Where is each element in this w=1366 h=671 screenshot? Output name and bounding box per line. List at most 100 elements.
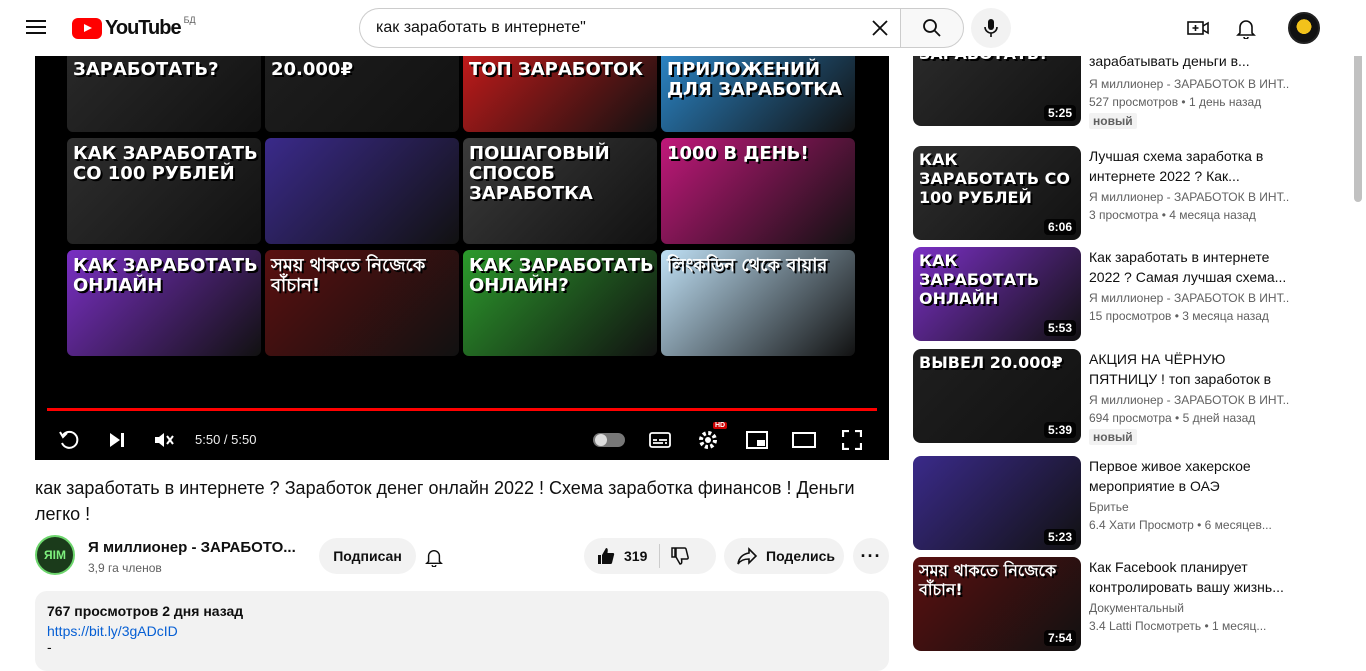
search-icon	[923, 19, 941, 37]
related-video-meta: 3 просмотра • 4 месяца назад	[1089, 208, 1256, 222]
related-video-item[interactable]: ВЫВЕЛ 20.000₽ 5:39 АКЦИЯ НА ЧЁРНУЮ ПЯТНИЦУ…	[913, 349, 1353, 445]
related-video-channel[interactable]: Я миллионер - ЗАРАБОТОК В ИНТ...	[1089, 291, 1289, 305]
endscreen-thumbnail-text: ПРИЛОЖЕНИЙ ДЛЯ ЗАРАБОТКА	[667, 59, 842, 100]
related-video-title[interactable]: АКЦИЯ НА ЧЁРНУЮ ПЯТНИЦУ ! топ заработок …	[1089, 349, 1294, 389]
settings-gear-icon[interactable]	[694, 426, 722, 454]
related-video-item[interactable]: КАК ЗАРАБОТАТЬ СО 100 РУБЛЕЙ 6:06 Лучшая с…	[913, 146, 1353, 240]
related-video-meta: 3.4 Latti Посмотреть • 1 месяц...	[1089, 619, 1267, 633]
related-video-thumbnail[interactable]: 5:23	[913, 456, 1081, 550]
endscreen-thumbnail-text: 20.000₽	[271, 59, 353, 80]
microphone-icon	[984, 19, 998, 37]
theater-mode-icon[interactable]	[790, 426, 818, 454]
logo-region: БД	[183, 15, 196, 25]
new-badge: новый	[1089, 113, 1137, 129]
endscreen-video-thumbnail[interactable]: ЗАРАБОТАТЬ?	[67, 56, 261, 132]
channel-name[interactable]: Я миллионер - ЗАРАБОТО...	[88, 539, 296, 556]
video-player[interactable]: ЗАРАБОТАТЬ? 20.000₽ ТОП ЗАРАБОТОК ПРИЛОЖЕНИ…	[35, 56, 889, 460]
subscriber-count: 3,9 га членов	[88, 561, 162, 575]
related-video-meta: 694 просмотра • 5 дней назад	[1089, 411, 1256, 425]
like-dislike-group: 319	[584, 538, 716, 574]
duration-badge: 5:53	[1043, 320, 1076, 336]
next-video-icon[interactable]	[103, 426, 131, 454]
endscreen-video-thumbnail[interactable]: ТОП ЗАРАБОТОК	[463, 56, 657, 132]
endscreen-video-thumbnail[interactable]: КАК ЗАРАБОТАТЬ ОНЛАЙН	[67, 250, 261, 356]
related-video-title[interactable]: Первое живое хакерское мероприятие в ОАЭ	[1089, 456, 1294, 496]
notifications-bell-icon[interactable]	[1234, 16, 1258, 40]
endscreen-thumbnail-text: ЗАРАБОТАТЬ?	[73, 59, 219, 80]
hd-badge: HD	[713, 422, 728, 429]
related-video-item[interactable]: КАК ЗАРАБОТАТЬ ОНЛАЙН 5:53 Как заработать …	[913, 247, 1353, 341]
endscreen-thumbnail-text: КАК ЗАРАБОТАТЬ ОНЛАЙН	[73, 255, 258, 296]
player-controls: 5:50 / 5:50 HD	[35, 420, 889, 460]
time-display: 5:50 / 5:50	[195, 432, 257, 447]
thumbs-up-icon	[598, 548, 615, 564]
search-button[interactable]	[900, 8, 964, 48]
channel-avatar[interactable]: ЯIM	[35, 535, 75, 575]
progress-bar[interactable]	[47, 408, 877, 411]
share-button[interactable]: Поделись	[724, 538, 844, 574]
youtube-logo[interactable]: YouTube БД	[72, 15, 196, 40]
channel-notifications-bell-icon[interactable]	[420, 543, 448, 571]
related-video-title[interactable]: Как заработать в интернете 2022 ? Самая …	[1089, 247, 1294, 287]
endscreen-video-thumbnail[interactable]: লিংকডিন থেকে বায়ার	[661, 250, 855, 356]
endscreen-video-thumbnail[interactable]: КАК ЗАРАБОТАТЬ ОНЛАЙН?	[463, 250, 657, 356]
fullscreen-icon[interactable]	[838, 426, 866, 454]
dislike-button[interactable]	[660, 546, 690, 566]
endscreen-video-thumbnail[interactable]: ПРИЛОЖЕНИЙ ДЛЯ ЗАРАБОТКА	[661, 56, 855, 132]
related-video-channel[interactable]: Документальный	[1089, 601, 1289, 615]
endscreen-thumbnail-text: КАК ЗАРАБОТАТЬ ОНЛАЙН?	[469, 255, 654, 296]
description-box[interactable]: 767 просмотров 2 дня назад https://bit.l…	[35, 591, 889, 671]
miniplayer-icon[interactable]	[743, 426, 771, 454]
description-link[interactable]: https://bit.ly/3gADcID	[47, 623, 178, 639]
search-box	[359, 8, 900, 48]
share-icon	[737, 547, 758, 565]
related-video-channel[interactable]: Я миллионер - ЗАРАБОТОК В ИНТ...	[1089, 190, 1289, 204]
endscreen-video-thumbnail[interactable]: সময় থাকতে নিজেকে বাঁচান!	[265, 250, 459, 356]
endscreen-video-thumbnail[interactable]: КАК ЗАРАБОТАТЬ СО 100 РУБЛЕЙ	[67, 138, 261, 244]
related-video-meta: 527 просмотров • 1 день назад	[1089, 95, 1262, 109]
search-input[interactable]	[376, 19, 868, 37]
video-title: как заработать в интернете ? Заработок д…	[35, 478, 855, 524]
new-badge: новый	[1089, 429, 1137, 445]
create-video-icon[interactable]	[1186, 16, 1210, 40]
autoplay-toggle[interactable]	[593, 433, 625, 447]
duration-badge: 7:54	[1043, 630, 1076, 646]
thumbs-down-icon	[671, 547, 690, 565]
endscreen-thumbnail-text: লিংকডিন থেকে বায়ার	[667, 255, 828, 276]
related-video-meta: 6.4 Хати Просмотр • 6 месяцев...	[1089, 518, 1272, 532]
subscribe-button[interactable]: Подписан	[319, 538, 416, 574]
duration-badge: 5:25	[1043, 105, 1076, 121]
logo-text: YouTube	[105, 16, 182, 39]
endscreen-grid: ЗАРАБОТАТЬ? 20.000₽ ТОП ЗАРАБОТОК ПРИЛОЖЕНИ…	[67, 56, 857, 356]
related-video-title[interactable]: Лучшая схема заработка в интернете 2022 …	[1089, 146, 1294, 186]
description-more-text: -	[47, 639, 52, 655]
endscreen-video-thumbnail[interactable]: ПОШАГОВЫЙ СПОСОБ ЗАРАБОТКА	[463, 138, 657, 244]
search-bar	[359, 8, 964, 48]
share-label: Поделись	[766, 548, 835, 564]
related-video-title[interactable]: Как Facebook планирует контролировать ва…	[1089, 557, 1294, 597]
related-video-channel[interactable]: Я миллионер - ЗАРАБОТОК В ИНТ...	[1089, 77, 1289, 91]
voice-search-button[interactable]	[971, 8, 1011, 48]
account-avatar[interactable]	[1288, 12, 1320, 44]
replay-icon[interactable]	[55, 426, 83, 454]
thumbnail-text: КАК ЗАРАБОТАТЬ ОНЛАЙН	[919, 251, 1040, 308]
related-video-item[interactable]: সময় থাকতে নিজেকে বাঁচান! 7:54 Как Faceboo…	[913, 557, 1353, 651]
related-video-channel[interactable]: Бритье	[1089, 500, 1289, 514]
related-video-thumbnail[interactable]: সময় থাকতে নিজেকে বাঁচান! 7:54	[913, 557, 1081, 651]
related-video-thumbnail[interactable]: КАК ЗАРАБОТАТЬ ОНЛАЙН 5:53	[913, 247, 1081, 341]
mute-icon[interactable]	[150, 426, 178, 454]
endscreen-video-thumbnail[interactable]	[265, 138, 459, 244]
related-video-meta: 15 просмотров • 3 месяца назад	[1089, 309, 1269, 323]
endscreen-video-thumbnail[interactable]: 1000 В ДЕНЬ!	[661, 138, 855, 244]
endscreen-video-thumbnail[interactable]: 20.000₽	[265, 56, 459, 132]
related-video-thumbnail[interactable]: КАК ЗАРАБОТАТЬ СО 100 РУБЛЕЙ 6:06	[913, 146, 1081, 240]
like-button[interactable]: 319	[596, 544, 661, 568]
clear-icon[interactable]	[868, 16, 892, 40]
subtitles-icon[interactable]	[646, 426, 674, 454]
related-video-thumbnail[interactable]: ВЫВЕЛ 20.000₽ 5:39	[913, 349, 1081, 443]
menu-icon[interactable]	[24, 16, 48, 40]
more-actions-button[interactable]: ···	[853, 538, 889, 574]
duration-badge: 6:06	[1043, 219, 1076, 235]
related-video-item[interactable]: 5:23 Первое живое хакерское мероприятие в…	[913, 456, 1353, 550]
related-video-channel[interactable]: Я миллионер - ЗАРАБОТОК В ИНТ...	[1089, 393, 1289, 407]
